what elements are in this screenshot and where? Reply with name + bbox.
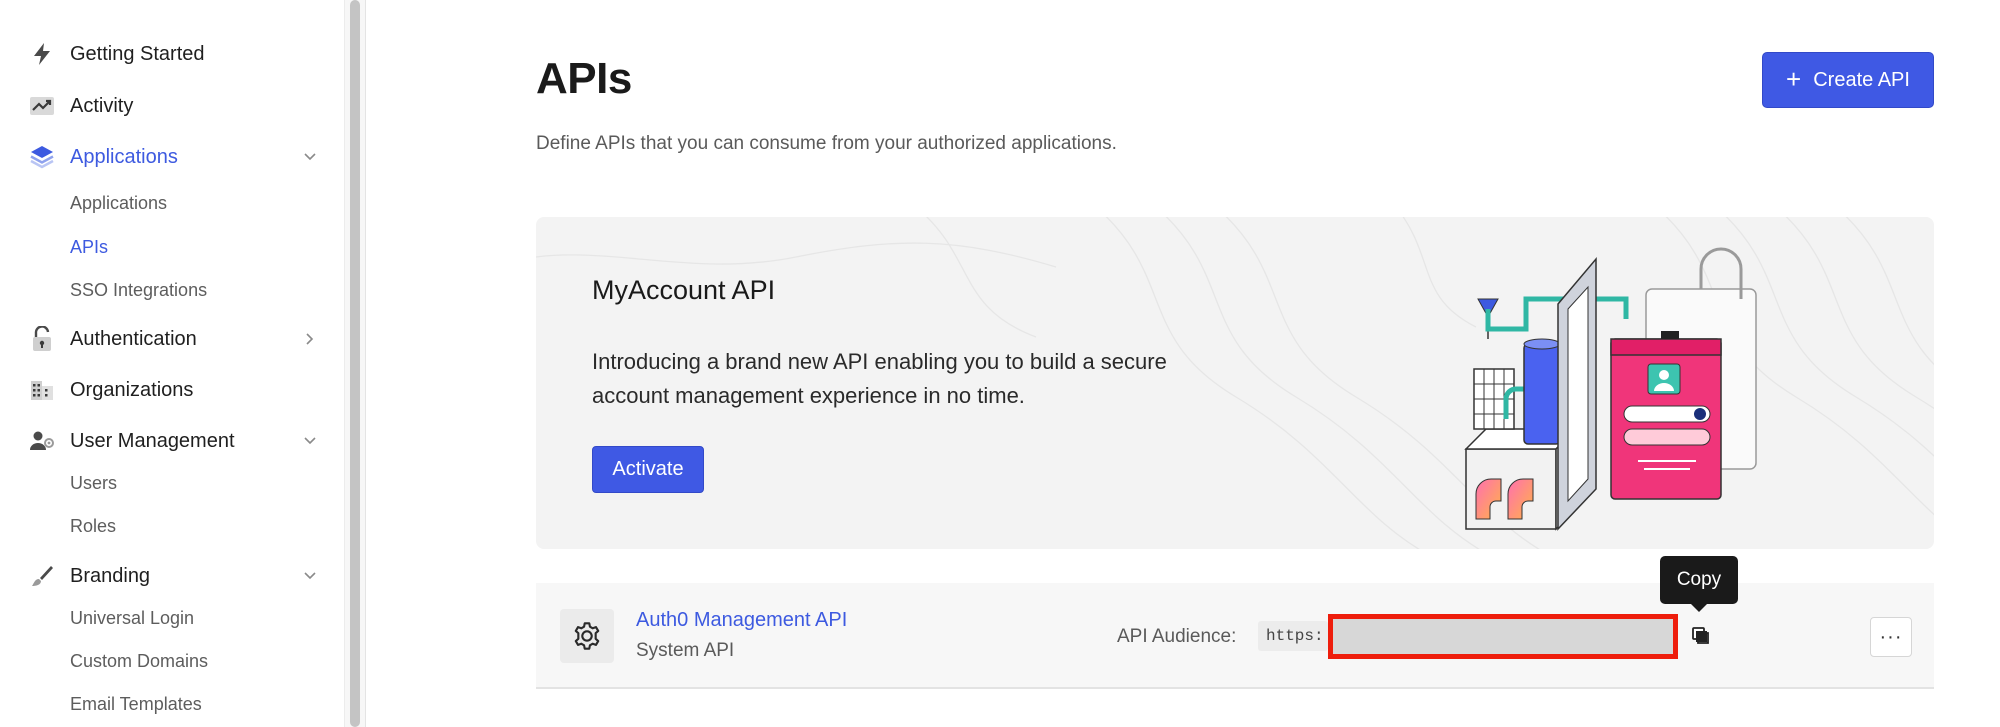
sidebar-item-activity[interactable]: Activity bbox=[28, 88, 318, 124]
bolt-icon bbox=[28, 40, 56, 68]
users-gear-icon bbox=[28, 427, 56, 455]
sidebar: Getting Started Activity Applications Ap… bbox=[0, 0, 344, 727]
gear-icon bbox=[560, 609, 614, 663]
sidebar-item-label: Authentication bbox=[70, 327, 197, 350]
sidebar-subitem-roles[interactable]: Roles bbox=[70, 516, 116, 537]
scrollbar-thumb[interactable] bbox=[350, 0, 360, 727]
sidebar-item-label: Getting Started bbox=[70, 42, 205, 65]
redacted-audience-box bbox=[1328, 614, 1678, 659]
activity-chart-icon bbox=[28, 92, 56, 120]
chevron-down-icon[interactable] bbox=[302, 568, 318, 584]
lock-icon bbox=[28, 325, 56, 353]
sidebar-subitem-universal-login[interactable]: Universal Login bbox=[70, 608, 194, 629]
sidebar-item-user-management[interactable]: User Management bbox=[28, 423, 318, 459]
promo-title: MyAccount API bbox=[592, 275, 776, 305]
chevron-down-icon[interactable] bbox=[302, 433, 318, 449]
chevron-right-icon[interactable] bbox=[302, 331, 318, 347]
api-audience-value: https: bbox=[1258, 621, 1328, 651]
sidebar-scrollbar[interactable] bbox=[344, 0, 366, 727]
sidebar-item-label: User Management bbox=[70, 429, 235, 452]
main-content: APIs Define APIs that you can consume fr… bbox=[366, 0, 2000, 727]
api-type: System API bbox=[636, 640, 735, 661]
plus-icon: + bbox=[1786, 63, 1802, 94]
page-description: Define APIs that you can consume from yo… bbox=[536, 133, 1117, 154]
sidebar-subitem-applications[interactable]: Applications bbox=[70, 193, 167, 214]
api-audience-label: API Audience: bbox=[1117, 626, 1237, 647]
myaccount-illustration bbox=[1464, 247, 1757, 531]
sidebar-item-organizations[interactable]: Organizations bbox=[28, 372, 318, 408]
tooltip-arrow bbox=[1691, 604, 1707, 612]
sidebar-item-label: Applications bbox=[70, 145, 178, 168]
create-api-label: Create API bbox=[1813, 68, 1910, 91]
sidebar-item-label: Branding bbox=[70, 564, 151, 587]
sidebar-item-applications[interactable]: Applications bbox=[28, 139, 318, 175]
page-title: APIs bbox=[536, 54, 632, 103]
activate-button[interactable]: Activate bbox=[592, 446, 704, 493]
sidebar-item-getting-started[interactable]: Getting Started bbox=[28, 36, 318, 72]
copy-icon[interactable] bbox=[1688, 623, 1714, 649]
sidebar-subitem-email-templates[interactable]: Email Templates bbox=[70, 694, 202, 715]
sidebar-subitem-custom-domains[interactable]: Custom Domains bbox=[70, 651, 208, 672]
brush-icon bbox=[28, 562, 56, 590]
sidebar-subitem-sso-integrations[interactable]: SSO Integrations bbox=[70, 280, 207, 301]
sidebar-subitem-users[interactable]: Users bbox=[70, 473, 117, 494]
sidebar-item-branding[interactable]: Branding bbox=[28, 558, 318, 594]
myaccount-promo-card: MyAccount API Introducing a brand new AP… bbox=[536, 217, 1934, 549]
api-name-link[interactable]: Auth0 Management API bbox=[636, 609, 847, 632]
more-options-button[interactable]: ··· bbox=[1870, 617, 1912, 657]
promo-text: Introducing a brand new API enabling you… bbox=[592, 349, 1167, 408]
layers-icon bbox=[28, 143, 56, 171]
sidebar-subitem-apis[interactable]: APIs bbox=[70, 237, 108, 258]
sidebar-item-authentication[interactable]: Authentication bbox=[28, 321, 318, 357]
create-api-button[interactable]: + Create API bbox=[1762, 52, 1934, 108]
copy-tooltip: Copy bbox=[1660, 556, 1738, 604]
sidebar-item-label: Activity bbox=[70, 94, 134, 117]
building-icon bbox=[28, 376, 56, 404]
chevron-down-icon[interactable] bbox=[302, 149, 318, 165]
sidebar-item-label: Organizations bbox=[70, 378, 194, 401]
